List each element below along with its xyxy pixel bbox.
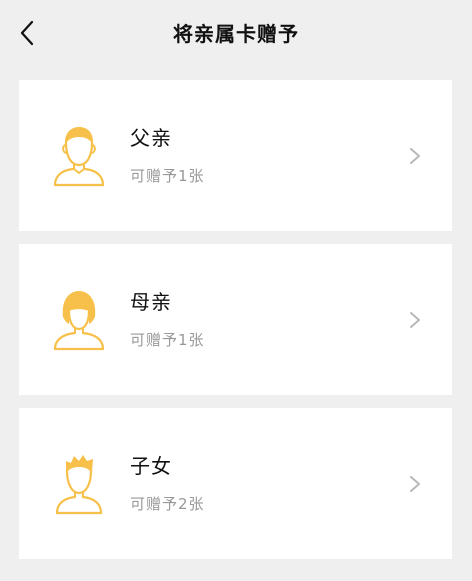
relative-quota: 可赠予2张 <box>130 495 205 513</box>
page-title: 将亲属卡赠予 <box>173 22 299 46</box>
relative-quota: 可赠予1张 <box>130 167 205 185</box>
mother-avatar-icon <box>53 291 105 351</box>
chevron-right-icon <box>410 148 420 164</box>
relative-card-mother[interactable]: 母亲 可赠予1张 <box>19 244 452 395</box>
relative-card-father[interactable]: 父亲 可赠予1张 <box>19 80 452 231</box>
chevron-right-icon <box>410 476 420 492</box>
relative-quota: 可赠予1张 <box>130 331 205 349</box>
relative-name: 子女 <box>130 454 172 478</box>
relative-card-child[interactable]: 子女 可赠予2张 <box>19 408 452 559</box>
relative-name: 父亲 <box>130 126 172 150</box>
nav-header: 将亲属卡赠予 <box>0 0 472 68</box>
father-avatar-icon <box>53 127 105 187</box>
relative-name: 母亲 <box>130 290 172 314</box>
chevron-right-icon <box>410 312 420 328</box>
child-avatar-icon <box>55 455 103 515</box>
